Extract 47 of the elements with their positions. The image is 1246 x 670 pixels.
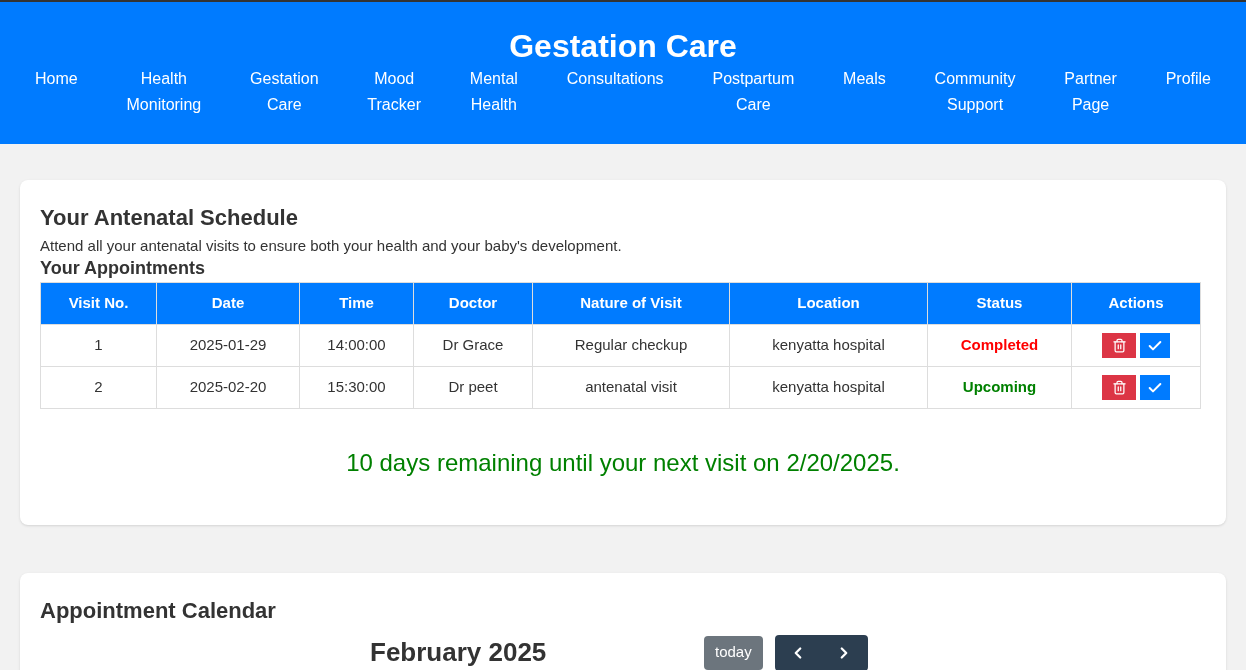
nav-link[interactable]: Community Support	[934, 66, 1016, 118]
delete-button[interactable]	[1102, 333, 1136, 358]
nav-link[interactable]: Home	[35, 66, 78, 118]
trash-icon	[1111, 380, 1127, 395]
countdown-message: 10 days remaining until your next visit on 2/20/2025.	[345, 448, 901, 478]
nav-link[interactable]: Consultations	[566, 66, 664, 118]
section-title: Your Antenatal Schedule	[40, 204, 299, 232]
column-header: Visit No.	[40, 282, 157, 325]
nav-link[interactable]: Profile	[1165, 66, 1211, 118]
table-cell: Dr peet	[413, 366, 533, 409]
section-description: Attend all your antenatal visits to ensure both your health and your baby's development.	[40, 236, 623, 256]
confirm-button[interactable]	[1140, 333, 1170, 358]
column-header: Time	[299, 282, 414, 325]
status-label: Completed	[960, 336, 1039, 354]
table-cell: 2025-01-29	[156, 324, 300, 367]
confirm-button[interactable]	[1140, 375, 1170, 400]
status-label: Upcoming	[962, 378, 1037, 396]
table-cell: Dr Grace	[413, 324, 533, 367]
nav-link[interactable]: Postpartum Care	[712, 66, 795, 118]
table-cell: antenatal visit	[532, 366, 730, 409]
table-cell: 15:30:00	[299, 366, 414, 409]
column-header: Doctor	[413, 282, 533, 325]
table-cell: 1	[40, 324, 157, 367]
nav-link[interactable]: Meals	[843, 66, 886, 118]
nav-link[interactable]: Mood Tracker	[367, 66, 421, 118]
nav-link[interactable]: Mental Health	[469, 66, 518, 118]
nav-link[interactable]: Partner Page	[1064, 66, 1117, 118]
section-title: Appointment Calendar	[40, 597, 277, 625]
calendar-month: February 2025	[370, 636, 548, 669]
table-cell: kenyatta hospital	[729, 366, 928, 409]
table-cell: kenyatta hospital	[729, 324, 928, 367]
trash-icon	[1111, 338, 1127, 353]
subsection-title: Your Appointments	[40, 257, 206, 280]
nav-link[interactable]: Gestation Care	[250, 66, 319, 118]
nav-link[interactable]: Health Monitoring	[126, 66, 202, 118]
column-header: Location	[729, 282, 928, 325]
site-title: Gestation Care	[509, 28, 737, 64]
table-cell: Regular checkup	[532, 324, 730, 367]
table-cell: 14:00:00	[299, 324, 414, 367]
column-header: Date	[156, 282, 300, 325]
table-cell: 2	[40, 366, 157, 409]
delete-button[interactable]	[1102, 375, 1136, 400]
table-cell: 2025-02-20	[156, 366, 300, 409]
column-header: Actions	[1071, 282, 1201, 325]
column-header: Status	[927, 282, 1072, 325]
column-header: Nature of Visit	[532, 282, 730, 325]
today-button[interactable]: today	[704, 635, 763, 670]
